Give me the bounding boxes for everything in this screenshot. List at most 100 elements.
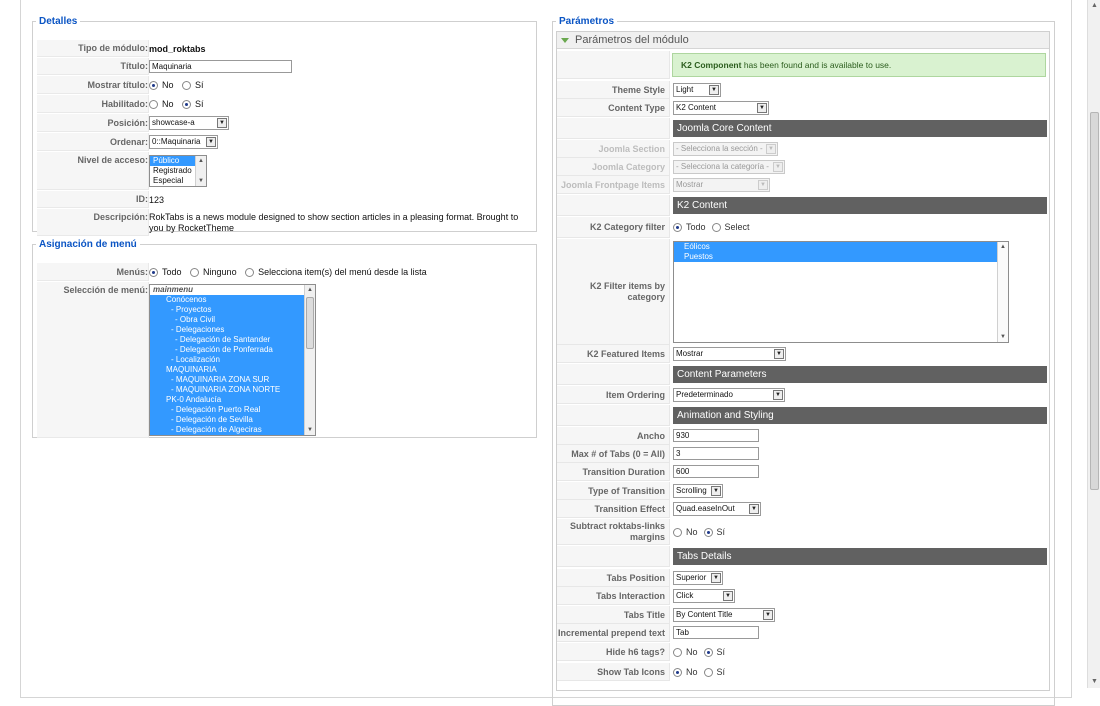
joomla-core-content-header: Joomla Core Content	[673, 120, 1047, 137]
module-type-value: mod_roktabs	[149, 43, 206, 54]
width-input[interactable]: 930	[673, 429, 759, 442]
show-tab-icons-si-radio[interactable]: Sí	[703, 667, 725, 677]
enabled-no-radio[interactable]: No	[149, 99, 174, 109]
show-title-no-radio[interactable]: No	[149, 80, 174, 90]
module-parameters-toggle[interactable]: Parámetros del módulo	[557, 32, 1049, 49]
menu-item[interactable]: - Proyectos	[150, 305, 304, 315]
page-scroll-thumb[interactable]	[1090, 112, 1099, 490]
menu-item[interactable]: - Localización	[150, 355, 304, 365]
content-type-select[interactable]: K2 Content ▼	[673, 101, 769, 115]
joomla-section-select[interactable]: - Selecciona la sección - ▼	[673, 142, 778, 156]
menu-item[interactable]: - Delegación de Ponferrada	[150, 345, 304, 355]
tabs-interaction-value: Click	[676, 591, 694, 600]
joomla-category-select[interactable]: - Selecciona la categoría - ▼	[673, 160, 785, 174]
access-scrollbar[interactable]: ▲ ▼	[195, 156, 206, 186]
menu-item[interactable]: MAQUINARIA	[150, 365, 304, 375]
scroll-down-icon[interactable]: ▼	[305, 425, 315, 435]
theme-style-select[interactable]: Light ▼	[673, 83, 721, 97]
transition-effect-select[interactable]: Quad.easeInOut ▼	[673, 502, 761, 516]
menu-item[interactable]: - Obra Civil	[150, 315, 304, 325]
joomla-section-value: - Selecciona la sección -	[676, 144, 763, 153]
chevron-down-icon: ▼	[773, 162, 783, 172]
transition-effect-value: Quad.easeInOut	[676, 504, 735, 513]
description-value: RokTabs is a news module designed to sho…	[149, 211, 519, 233]
menus-all-radio[interactable]: Todo	[149, 267, 182, 277]
theme-style-value: Light	[676, 85, 694, 94]
scroll-up-icon[interactable]: ▲	[1088, 0, 1100, 12]
enabled-si-radio[interactable]: Sí	[182, 99, 204, 109]
transition-duration-label: Transition Duration	[557, 463, 670, 481]
subtract-margins-si-radio[interactable]: Sí	[703, 527, 726, 537]
page-scrollbar[interactable]: ▲ ▼	[1087, 0, 1100, 688]
scroll-up-icon[interactable]: ▲	[305, 285, 315, 295]
radio-dot	[673, 647, 682, 657]
menus-select-radio[interactable]: Selecciona item(s) del menú desde la lis…	[245, 267, 427, 277]
menu-selection-listbox[interactable]: mainmenu Conócenos - Proyectos - Obra Ci…	[149, 284, 316, 436]
scroll-down-icon[interactable]: ▼	[196, 176, 206, 186]
scroll-down-icon[interactable]: ▼	[998, 332, 1008, 342]
show-tab-icons-no-label: No	[686, 667, 698, 677]
scroll-thumb[interactable]	[306, 297, 314, 349]
section-key-cell	[557, 546, 670, 567]
menu-item[interactable]: - MAQUINARIA ZONA SUR	[150, 375, 304, 385]
k2-category-option[interactable]: Eólicos	[674, 242, 997, 252]
hide-h6-no-radio[interactable]: No	[673, 647, 698, 657]
access-level-listbox[interactable]: Público Registrado Especial ▲ ▼	[149, 155, 207, 187]
scroll-up-icon[interactable]: ▲	[196, 156, 206, 166]
menu-item[interactable]: - Delegaciones	[150, 325, 304, 335]
chevron-down-icon: ▼	[749, 504, 759, 514]
transition-duration-input[interactable]: 600	[673, 465, 759, 478]
radio-dot	[673, 527, 682, 537]
menus-none-radio[interactable]: Ninguno	[190, 267, 237, 277]
k2-featured-label: K2 Featured Items	[557, 345, 670, 363]
param-row: Max # of Tabs (0 = All) 3	[557, 445, 1047, 463]
scroll-down-icon[interactable]: ▼	[1088, 676, 1100, 688]
menu-item[interactable]: Conócenos	[150, 295, 304, 305]
menu-selection-scrollbar[interactable]: ▲ ▼	[304, 285, 315, 435]
position-select[interactable]: showcase-a ▼	[149, 116, 229, 130]
chevron-down-icon: ▼	[758, 180, 768, 190]
k2-featured-select[interactable]: Mostrar ▼	[673, 347, 786, 361]
radio-dot	[149, 267, 158, 277]
menu-item[interactable]: PK-0 Andalucía	[150, 395, 304, 405]
order-select[interactable]: 0::Maquinaria ▼	[149, 135, 218, 149]
max-tabs-input[interactable]: 3	[673, 447, 759, 460]
tabs-title-select[interactable]: By Content Title ▼	[673, 608, 775, 622]
transition-type-select[interactable]: Scrolling ▼	[673, 484, 723, 498]
menu-item[interactable]: - Delegación de Sevilla	[150, 415, 304, 425]
k2-filter-select-radio[interactable]: Select	[711, 222, 750, 232]
incremental-prepend-input[interactable]: Tab	[673, 626, 759, 639]
joomla-category-label: Joomla Category	[557, 158, 670, 176]
title-input[interactable]: Maquinaria	[149, 60, 292, 73]
param-row: Content Type K2 Content ▼	[557, 99, 1047, 117]
subtract-margins-no-radio[interactable]: No	[673, 527, 698, 537]
tabs-position-label: Tabs Position	[557, 569, 670, 587]
menu-item[interactable]: - MAQUINARIA ZONA NORTE	[150, 385, 304, 395]
k2-categories-scrollbar[interactable]: ▲ ▼	[997, 242, 1008, 342]
show-title-si-radio[interactable]: Sí	[182, 80, 204, 90]
param-row: Joomla Core Content	[557, 118, 1047, 139]
subtract-margins-si-label: Sí	[716, 527, 726, 537]
title-label: Título:	[37, 58, 149, 75]
k2-category-option[interactable]: Puestos	[674, 252, 997, 262]
show-tab-icons-no-radio[interactable]: No	[673, 667, 698, 677]
k2-filter-all-radio[interactable]: Todo	[673, 222, 706, 232]
hide-h6-no-label: No	[686, 647, 698, 657]
show-tab-icons-label: Show Tab Icons	[557, 663, 670, 681]
item-ordering-select[interactable]: Predeterminado ▼	[673, 388, 785, 402]
tabs-interaction-select[interactable]: Click ▼	[673, 589, 735, 603]
param-row: Incremental prepend text Tab	[557, 624, 1047, 642]
param-row: Joomla Frontpage Items Mostrar ▼	[557, 176, 1047, 194]
param-row: Joomla Section - Selecciona la sección -…	[557, 140, 1047, 158]
joomla-frontpage-select[interactable]: Mostrar ▼	[673, 178, 770, 192]
menu-item[interactable]: - Delegación Puerto Real	[150, 405, 304, 415]
k2-filter-items-label: K2 Filter items by category	[557, 239, 670, 345]
scroll-up-icon[interactable]: ▲	[998, 242, 1008, 252]
menu-item[interactable]: - Delegación de Algeciras	[150, 425, 304, 435]
menu-item[interactable]: - Delegación de Santander	[150, 335, 304, 345]
k2-categories-listbox[interactable]: Eólicos Puestos ▲ ▼	[673, 241, 1009, 343]
hide-h6-si-radio[interactable]: Sí	[703, 647, 725, 657]
animation-styling-header: Animation and Styling	[673, 407, 1047, 424]
transition-type-label: Type of Transition	[557, 482, 670, 500]
tabs-position-select[interactable]: Superior ▼	[673, 571, 723, 585]
